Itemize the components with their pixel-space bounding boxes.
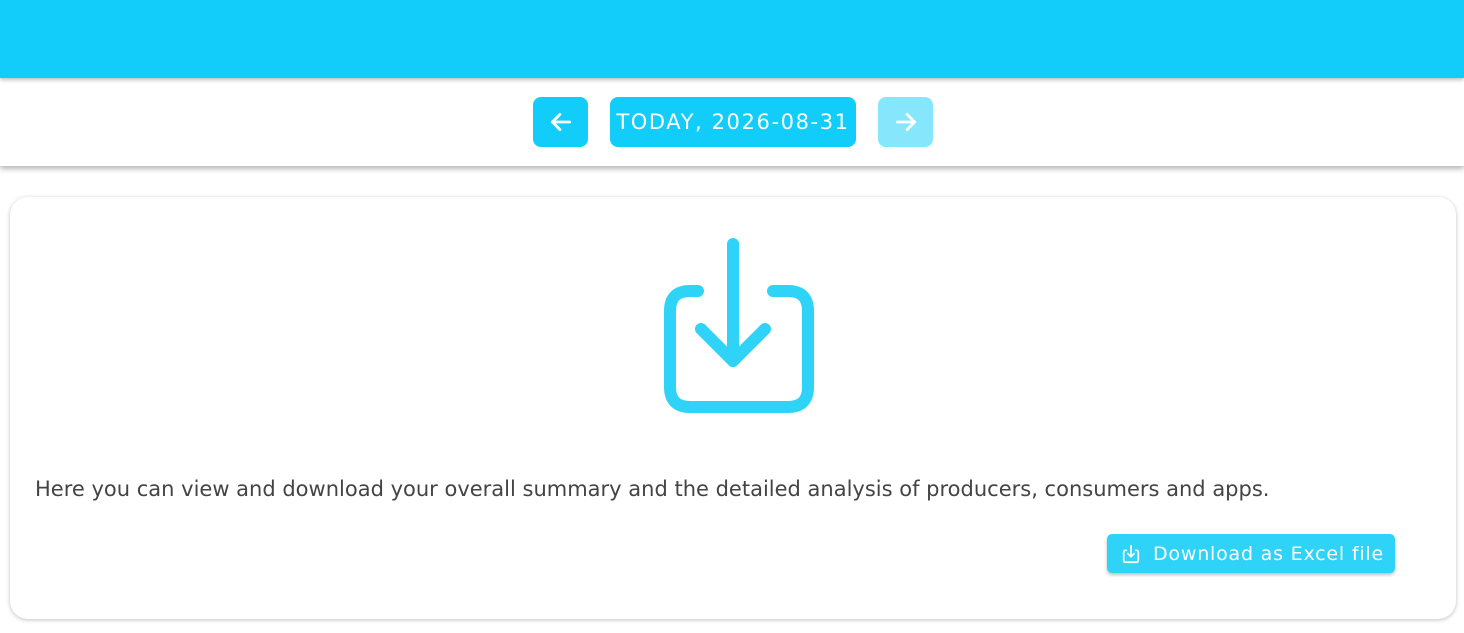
next-day-button <box>878 97 933 147</box>
today-date-label: TODAY, 2026-08-31 <box>616 110 850 134</box>
previous-day-button[interactable] <box>533 97 588 147</box>
download-icon <box>1120 543 1142 565</box>
download-card: Here you can view and download your over… <box>10 197 1456 619</box>
download-excel-button[interactable]: Download as Excel file <box>1107 534 1395 573</box>
date-navigation: TODAY, 2026-08-31 <box>0 78 1464 166</box>
card-description: Here you can view and download your over… <box>35 477 1270 501</box>
arrow-right-icon <box>895 113 916 131</box>
arrow-left-icon <box>550 113 571 131</box>
download-into-box-icon <box>664 238 814 413</box>
download-excel-label: Download as Excel file <box>1153 542 1384 565</box>
top-app-bar <box>0 0 1464 78</box>
today-date-button[interactable]: TODAY, 2026-08-31 <box>610 97 856 147</box>
